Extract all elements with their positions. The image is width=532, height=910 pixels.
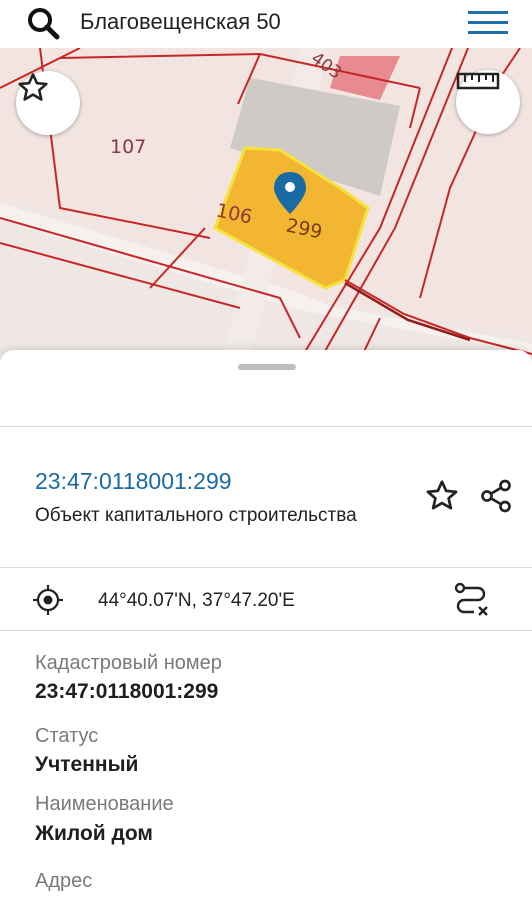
cadastral-number-link[interactable]: 23:47:0118001:299 (35, 468, 232, 495)
map-favorite-button[interactable] (16, 71, 80, 135)
map-view[interactable]: 107 106 299 403 (0, 48, 532, 360)
route-icon[interactable] (452, 580, 490, 618)
field-label-cadastral: Кадастровый номер (35, 652, 222, 674)
drag-handle[interactable] (238, 364, 296, 370)
field-label-status: Статус (35, 725, 99, 747)
favorite-star-icon[interactable] (424, 478, 460, 514)
ruler-button[interactable] (456, 70, 520, 134)
star-icon (18, 73, 48, 101)
field-value-name: Жилой дом (35, 822, 153, 845)
parcel-label-107: 107 (110, 136, 147, 158)
field-label-address: Адрес (35, 870, 93, 892)
info-sheet[interactable]: 23:47:0118001:299 Объект капитального ст… (0, 350, 532, 910)
crosshair-icon[interactable] (32, 584, 64, 616)
coordinates-text: 44°40.07'N, 37°47.20'E (98, 590, 295, 611)
field-value-status: Учтенный (35, 753, 139, 776)
ruler-icon (456, 72, 500, 90)
object-type: Объект капитального строительства (35, 505, 357, 526)
cadastral-map (0, 48, 532, 360)
divider (0, 630, 532, 631)
field-value-cadastral: 23:47:0118001:299 (35, 680, 219, 703)
menu-icon[interactable] (468, 9, 508, 37)
share-icon[interactable] (478, 478, 514, 514)
field-label-name: Наименование (35, 793, 174, 815)
search-input[interactable]: Благовещенская 50 (80, 9, 281, 35)
search-bar[interactable]: Благовещенская 50 (0, 0, 532, 48)
search-icon[interactable] (24, 6, 64, 42)
divider (0, 567, 532, 568)
divider (0, 426, 532, 427)
